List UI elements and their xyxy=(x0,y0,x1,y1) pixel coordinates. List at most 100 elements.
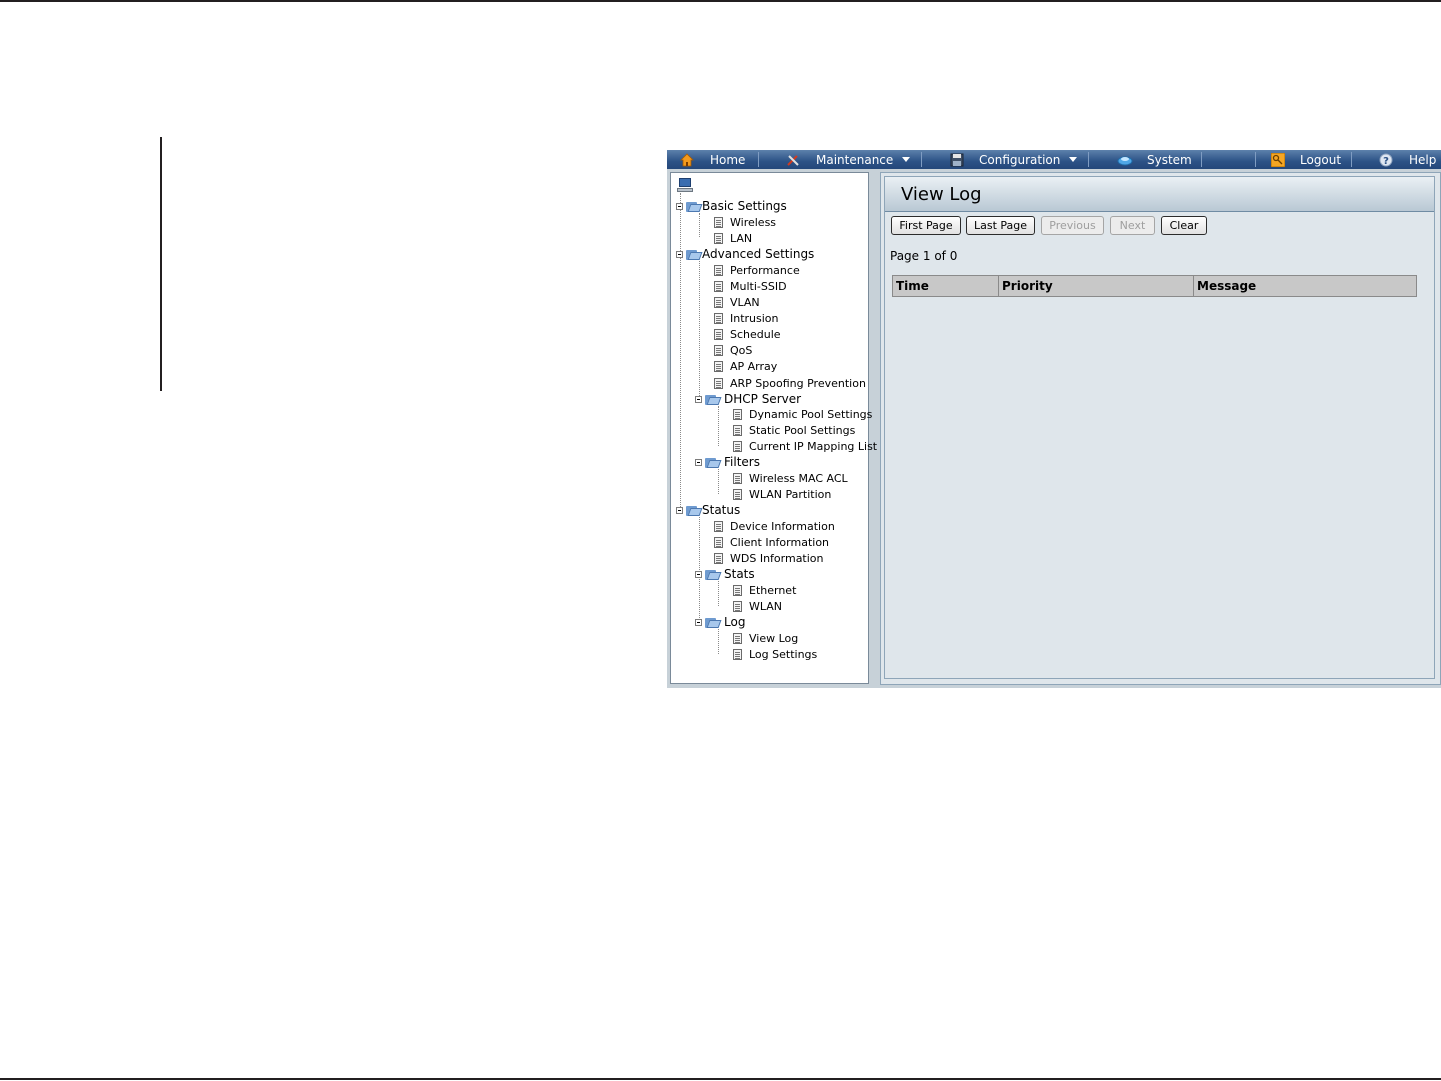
collapse-icon[interactable] xyxy=(695,618,702,626)
tree-item-current-ip-mapping-list[interactable]: Current IP Mapping List xyxy=(733,438,877,454)
tree-item-wds-information[interactable]: WDS Information xyxy=(714,550,824,566)
tree-item-wlan-partition[interactable]: WLAN Partition xyxy=(733,486,831,502)
log-table-header: Time Priority Message xyxy=(892,275,1417,297)
tree-label: QoS xyxy=(730,343,753,357)
page-icon xyxy=(733,584,742,596)
page-icon xyxy=(714,520,723,532)
page-icon xyxy=(733,600,742,612)
tree-connector xyxy=(718,581,719,606)
menu-separator xyxy=(1351,152,1352,167)
tree-item-dynamic-pool-settings[interactable]: Dynamic Pool Settings xyxy=(733,406,872,422)
tree-item-lan[interactable]: LAN xyxy=(714,230,752,246)
collapse-icon[interactable] xyxy=(676,202,683,210)
menu-system[interactable]: System xyxy=(1117,150,1192,169)
menu-home-label: Home xyxy=(710,152,746,167)
page-info: Page 1 of 0 xyxy=(890,249,958,263)
tree-item-ap-array[interactable]: AP Array xyxy=(714,358,777,374)
clear-button[interactable]: Clear xyxy=(1161,216,1207,235)
tree-folder-status[interactable]: Status xyxy=(676,502,740,518)
menu-help-label: Help xyxy=(1409,152,1437,167)
tree-item-intrusion[interactable]: Intrusion xyxy=(714,310,779,326)
tree-label: WLAN xyxy=(749,599,783,613)
app-window: Home Maintenance Configuration System Lo… xyxy=(667,150,1441,688)
tree-item-schedule[interactable]: Schedule xyxy=(714,326,781,342)
tree-item-wireless[interactable]: Wireless xyxy=(714,214,776,230)
tree-folder-advanced-settings[interactable]: Advanced Settings xyxy=(676,246,814,262)
page-icon xyxy=(733,632,742,644)
tree-item-performance[interactable]: Performance xyxy=(714,262,800,278)
tree-label: Schedule xyxy=(730,327,781,341)
system-icon xyxy=(1117,153,1133,167)
page-icon xyxy=(714,552,723,564)
tree-label: Filters xyxy=(724,455,760,469)
tree-folder-dhcp-server[interactable]: DHCP Server xyxy=(695,391,801,407)
menu-configuration[interactable]: Configuration xyxy=(950,150,1078,169)
folder-open-icon xyxy=(705,617,722,628)
page-icon xyxy=(733,488,742,500)
tree-item-qos[interactable]: QoS xyxy=(714,342,752,358)
menu-logout[interactable]: Logout xyxy=(1270,150,1341,169)
tree-label: ARP Spoofing Prevention xyxy=(730,376,866,390)
last-page-button[interactable]: Last Page xyxy=(966,216,1035,235)
menu-system-label: System xyxy=(1147,152,1192,167)
menu-home[interactable]: Home xyxy=(680,150,745,169)
tree-item-view-log[interactable]: View Log xyxy=(733,630,798,646)
menu-maintenance[interactable]: Maintenance xyxy=(786,150,911,169)
page-icon xyxy=(714,296,723,308)
tree-connector xyxy=(680,193,681,511)
help-icon: ? xyxy=(1379,153,1393,167)
tree-item-wlan[interactable]: WLAN xyxy=(733,598,782,614)
collapse-icon[interactable] xyxy=(695,395,702,403)
view-log-panel: View Log First Page Last Page Previous N… xyxy=(884,176,1435,679)
tree-item-device-information[interactable]: Device Information xyxy=(714,518,835,534)
home-icon xyxy=(680,152,694,167)
collapse-icon[interactable] xyxy=(695,458,702,466)
tree-folder-filters[interactable]: Filters xyxy=(695,454,760,470)
page-icon xyxy=(714,216,723,228)
previous-button[interactable]: Previous xyxy=(1041,216,1104,235)
save-icon xyxy=(950,153,964,167)
tree-item-arp-spoofing-prevention[interactable]: ARP Spoofing Prevention xyxy=(714,375,866,391)
next-button[interactable]: Next xyxy=(1110,216,1155,235)
tree-item-ethernet[interactable]: Ethernet xyxy=(733,582,796,598)
page-icon xyxy=(733,472,742,484)
tree-label: Static Pool Settings xyxy=(749,423,856,437)
page-icon xyxy=(733,424,742,436)
tree-label: Dynamic Pool Settings xyxy=(749,407,873,421)
tree-label: Advanced Settings xyxy=(702,247,815,261)
menu-separator xyxy=(1088,152,1089,167)
tree-connector xyxy=(718,629,719,654)
chevron-down-icon xyxy=(1069,157,1078,162)
tree-label: VLAN xyxy=(730,295,760,309)
tree-item-multi-ssid[interactable]: Multi-SSID xyxy=(714,278,787,294)
bottom-rule xyxy=(0,1078,1441,1080)
menu-maintenance-label: Maintenance xyxy=(816,152,894,167)
menu-separator xyxy=(921,152,922,167)
margin-line xyxy=(160,137,162,391)
tree-item-client-information[interactable]: Client Information xyxy=(714,534,829,550)
tree-label: Log Settings xyxy=(749,647,818,661)
folder-open-icon xyxy=(686,505,703,516)
page-icon xyxy=(733,408,742,420)
page-title-text: View Log xyxy=(901,183,982,205)
tree-connector xyxy=(699,261,700,398)
folder-open-icon xyxy=(686,249,703,260)
tree-item-wireless-mac-acl[interactable]: Wireless MAC ACL xyxy=(733,470,848,486)
key-icon xyxy=(1270,152,1286,167)
tree-folder-log[interactable]: Log xyxy=(695,614,745,630)
collapse-icon[interactable] xyxy=(676,250,683,258)
collapse-icon[interactable] xyxy=(695,570,702,578)
tree-item-log-settings[interactable]: Log Settings xyxy=(733,646,817,662)
tree-folder-stats[interactable]: Stats xyxy=(695,566,755,582)
collapse-icon[interactable] xyxy=(676,506,683,514)
tree-connector xyxy=(699,213,700,237)
tree-label: Ethernet xyxy=(749,583,797,597)
tree-item-vlan[interactable]: VLAN xyxy=(714,294,760,310)
tree-label: Wireless MAC ACL xyxy=(749,471,848,485)
tree-label: Stats xyxy=(724,567,755,581)
first-page-button[interactable]: First Page xyxy=(891,216,961,235)
tree-folder-basic-settings[interactable]: Basic Settings xyxy=(676,198,787,214)
menu-help[interactable]: ? Help xyxy=(1379,150,1436,169)
tree-item-static-pool-settings[interactable]: Static Pool Settings xyxy=(733,422,855,438)
tree-label: AP Array xyxy=(730,359,778,373)
